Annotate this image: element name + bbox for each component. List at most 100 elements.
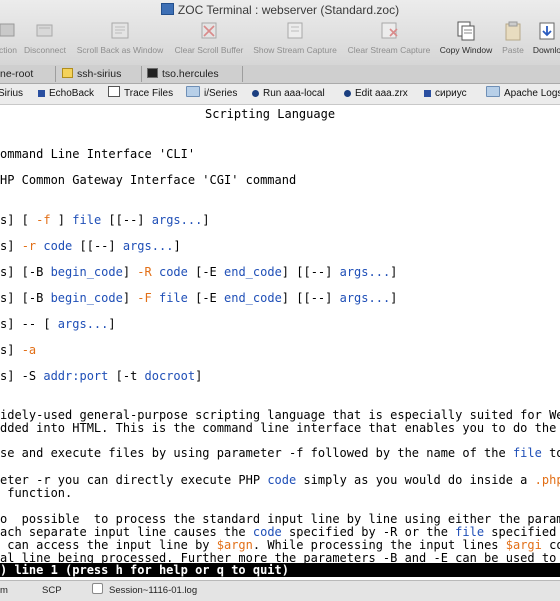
buttonbar-iseries[interactable]: i/Series	[186, 86, 237, 102]
orange-token: .php	[534, 473, 560, 487]
blue-token: end_code	[224, 265, 282, 279]
orange-token: $argn	[216, 538, 253, 552]
text-token: . While processing the input lines	[252, 538, 506, 552]
toolbar-label: ction	[0, 45, 17, 55]
blue-token: file	[512, 446, 542, 460]
orange-token: -r	[21, 239, 37, 253]
text-token: o possible to process the standard input…	[0, 512, 560, 526]
tab-label: ne-root	[0, 68, 34, 80]
usage-line: s] [-B begin_code] -F file [-E end_code]…	[0, 291, 397, 305]
text-token: dded into HTML. This is the command line…	[0, 421, 560, 435]
toolbar: ction Disconnect Scroll Back as Window C…	[0, 18, 560, 64]
document-icon	[108, 86, 120, 97]
text-token: eter -r you can directly execute PHP	[0, 473, 268, 487]
blue-token: addr:port	[43, 369, 109, 383]
download-icon	[539, 22, 555, 40]
toolbar-label: Clear Scroll Buffer	[174, 45, 244, 55]
text-token: se and execute files by using parameter …	[0, 446, 513, 460]
orange-token: $argi	[505, 538, 542, 552]
text-token: ]	[173, 239, 181, 253]
tab-ssh-sirius[interactable]: ssh-sirius	[58, 66, 142, 82]
text-token: [-t	[108, 369, 145, 383]
text-token: ]	[390, 265, 398, 279]
usage-line: s] [-B begin_code] -R code [-E end_code]…	[0, 265, 397, 279]
scroll-back-window-button[interactable]: Scroll Back as Window	[74, 18, 166, 64]
buttonbar-label: Edit aaa.zrx	[355, 88, 408, 99]
dot-icon	[252, 90, 259, 97]
scrollback-icon	[111, 22, 129, 39]
disconnect-button[interactable]: Disconnect	[22, 18, 68, 64]
buttonbar-label: Trace Files	[124, 88, 174, 99]
text-token: specified by -	[491, 525, 557, 539]
orange-token: -f	[36, 213, 51, 227]
window-title-bar: ZOC Terminal : webserver (Standard.zoc)	[0, 2, 560, 18]
buttonbar-edit-aaa-zrx[interactable]: Edit aaa.zrx	[344, 86, 408, 102]
session-log-toggle[interactable]: Session~1116-01.log	[92, 581, 197, 601]
buttonbar-run-aaa-local[interactable]: Run aaa-local	[252, 86, 325, 102]
protocol-label[interactable]: SCP	[42, 581, 62, 601]
clear-capture-icon	[381, 22, 398, 39]
paragraph-line: function.	[0, 486, 72, 500]
buttonbar-sirius-cyrillic[interactable]: сириус	[424, 86, 467, 102]
orange-token: -a	[21, 343, 37, 357]
square-icon	[424, 90, 431, 97]
text-token: simply as you would do inside a	[296, 473, 535, 487]
terminal-cgi-line: HP Common Gateway Interface 'CGI' comman…	[0, 173, 297, 187]
toolbar-label: Disconnect	[23, 45, 67, 55]
orange-token: -F	[137, 291, 152, 305]
clear-scroll-buffer-button[interactable]: Clear Scroll Buffer	[171, 18, 247, 64]
usage-line: s] -r code [[--] args...]	[0, 239, 181, 253]
log-file-name: Session~1116-01.log	[109, 585, 198, 596]
blue-token: code	[158, 265, 188, 279]
terminal-screen[interactable]: Scripting Language ommand Line Interface…	[0, 105, 560, 579]
text-token: ]	[108, 317, 116, 331]
clear-stream-capture-button[interactable]: Clear Stream Capture	[345, 18, 433, 64]
text-token: [-E	[187, 291, 224, 305]
text-token: ]	[122, 291, 138, 305]
buttonbar-echoback[interactable]: EchoBack	[38, 86, 94, 102]
text-token: [[--]	[101, 213, 152, 227]
download-button[interactable]: Downlo	[529, 18, 560, 64]
show-stream-capture-button[interactable]: Show Stream Capture	[251, 18, 339, 64]
usage-line: s] -S addr:port [-t docroot]	[0, 369, 202, 383]
disconnect-icon	[36, 24, 53, 37]
text-token: ach separate input line causes the	[0, 525, 253, 539]
tab-ne-root[interactable]: ne-root	[0, 66, 56, 82]
buttonbar-label: Sirius	[0, 88, 24, 99]
paragraph-line: ach separate input line causes the code …	[0, 525, 560, 539]
usage-line: s] -- [ args...]	[0, 317, 116, 331]
copy-window-icon	[457, 21, 475, 41]
blue-token: args...	[57, 317, 109, 331]
terminal-tab-icon	[62, 68, 73, 78]
toolbar-label: Show Stream Capture	[253, 45, 337, 55]
buttonbar-trace-files[interactable]: Trace Files	[108, 86, 173, 102]
tab-tso-hercules[interactable]: tso.hercules	[143, 66, 243, 82]
toolbar-label: Clear Stream Capture	[347, 45, 431, 55]
text-token: function.	[0, 486, 73, 500]
blue-token: file	[158, 291, 188, 305]
text-token: [-E	[187, 265, 224, 279]
paste-button[interactable]: Paste	[499, 18, 527, 64]
copy-window-button[interactable]: Copy Window	[437, 18, 495, 64]
blue-token: args...	[339, 291, 391, 305]
blue-token: code	[267, 473, 297, 487]
usage-line: s] -a	[0, 343, 36, 357]
buttonbar-label: EchoBack	[49, 88, 95, 99]
window-chrome: ZOC Terminal : webserver (Standard.zoc) …	[0, 0, 560, 66]
buttonbar-sirius[interactable]: Sirius	[0, 86, 23, 102]
log-checkbox[interactable]	[92, 583, 103, 594]
toolbar-label: Scroll Back as Window	[76, 45, 164, 55]
buttonbar-label: Run aaa-local	[263, 88, 325, 99]
tab-label: ssh-sirius	[77, 68, 122, 80]
text-token: ]	[122, 265, 138, 279]
blue-token: args...	[122, 239, 174, 253]
connection-button[interactable]: ction	[0, 18, 20, 64]
terminal-heading: Scripting Language	[205, 107, 336, 121]
status-left: m	[0, 585, 8, 596]
text-token: ]	[390, 291, 398, 305]
toolbar-label: Downlo	[532, 45, 560, 55]
session-tabs: ne-root ssh-sirius tso.hercules	[0, 65, 560, 84]
buttonbar-apache-logs[interactable]: Apache Logs	[486, 86, 560, 102]
